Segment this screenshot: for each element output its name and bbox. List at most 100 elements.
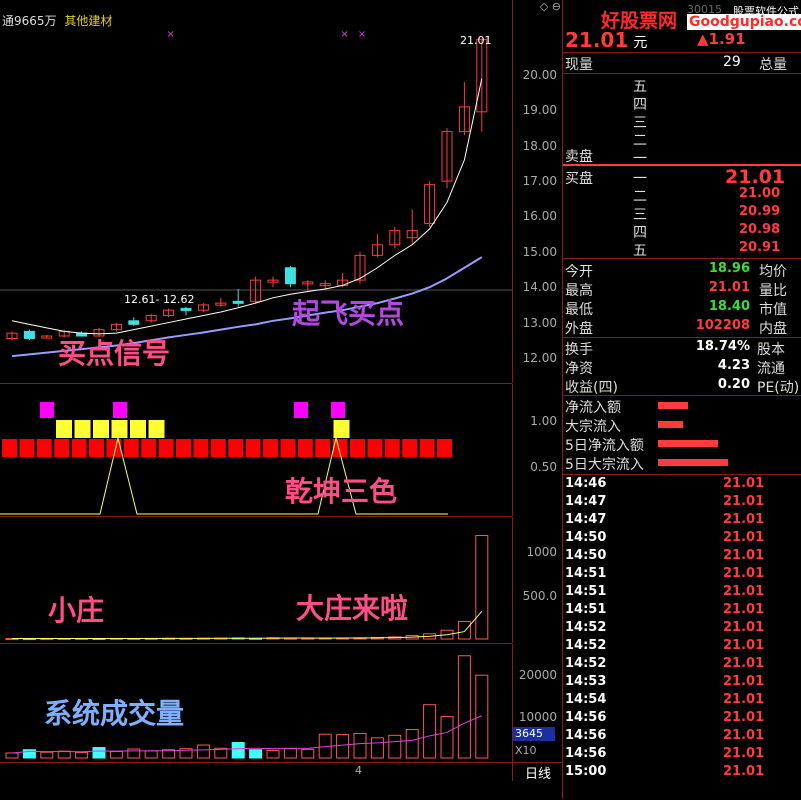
volume-bar [109,751,123,759]
tick-cell: 21.01 [723,638,765,653]
volume-bar [301,748,315,759]
signal-red-block [280,439,296,457]
volume-bar [423,704,437,759]
timeline-strip[interactable]: 4 日线 [0,762,562,800]
axis-tick: 18.00 [522,138,557,153]
total-volume-label: 总量 [759,57,787,73]
axis-tick: 16.00 [522,209,557,224]
signal-yellow-block [148,420,165,438]
qiankun-axis: 1.00 0.50 [512,384,563,516]
signal-red-block [141,439,157,457]
qiankun-chart[interactable] [0,384,512,516]
volume-bar [144,750,158,759]
signal-red-block [19,439,35,457]
flow-row: 大宗流入 [563,416,801,435]
axis-tick: 15.00 [522,244,557,259]
stock-code: 30015 [687,3,722,16]
tick-cell: 14:56 [565,728,607,743]
tick-cell: 21.01 [723,548,765,563]
fundamental-cell: 收益(四) [565,380,618,396]
signal-magenta-block [113,402,127,418]
price-change: ▲1.91 [697,30,746,48]
overlay-takeoff: 起飞买点 [292,297,405,330]
sell-label-row: 卖盘 [563,146,801,165]
ma-short-line [11,78,483,335]
tick-cell: 14:52 [565,638,607,653]
tick-cell: 21.01 [723,710,765,725]
signal-red-block [419,439,435,457]
signal-red-block [402,439,418,457]
current-volume-row: 现量 29 总量 [563,54,801,73]
fundamental-cell: 股本 [757,342,785,358]
volume-bar [388,734,402,759]
buy-level-row: 二 21.00 [563,186,801,205]
flow-label: 净流入额 [565,400,621,416]
volume-bar [196,744,210,759]
range-label: 12.61- 12.62 [124,293,195,306]
system-volume-panel[interactable]: 系统成交量 [0,644,512,762]
tick-row: 14:54 21.01 [563,692,801,711]
stat-cell: 21.01 [708,280,750,295]
stat-cell: 最低 [565,302,593,318]
axis-tick: 17.00 [522,174,557,189]
axis-corner-icon[interactable]: ◇ ⊖ [487,0,561,14]
volume-bar [266,749,280,759]
volume-bar [40,751,54,759]
tick-cell: 14:47 [565,494,607,509]
tick-row: 14:50 21.01 [563,548,801,567]
tick-row: 14:47 21.01 [563,512,801,531]
period-tab[interactable]: 日线 [512,763,563,782]
volume-bar [231,742,245,759]
signal-red-block [350,439,365,457]
signal-red-block [123,439,139,457]
site-caption: 股票软件公式 [733,5,799,18]
axis-tick: 19.00 [522,103,557,118]
tick-cell: 21.01 [723,566,765,581]
fundamental-cell: 4.23 [717,358,750,373]
tick-row: 14:53 21.01 [563,674,801,693]
current-volume-label: 现量 [565,57,593,73]
signal-red-block [89,439,104,457]
qiankun-panel[interactable]: 乾坤三色 [0,384,512,517]
signal-red-block [297,439,313,457]
candle-body [128,320,140,325]
fundamental-row: 换手 18.74% 股本 [563,339,801,358]
overlay-big-dealer: 大庄来啦 [296,592,409,625]
stat-row: 最高 21.01 量比 [563,280,801,299]
tick-cell: 21.01 [723,692,765,707]
axis-tick: 20000 [518,668,557,682]
small-dealer-axis: 1000 500.0 [512,517,563,643]
tick-cell: 14:50 [565,548,607,563]
price-row: 21.01 元 [565,28,647,52]
tick-row: 14:46 21.01 [563,476,801,495]
tick-row: 14:52 21.01 [563,656,801,675]
tick-cell: 15:00 [565,764,607,779]
flow-label: 5日净流入额 [565,438,644,454]
axis-tick: 0.50 [530,460,557,474]
volume-bar [440,716,454,759]
signal-yellow-block [130,420,146,438]
chart-area[interactable]: 通9665万 其他建材 × × × 21.01 12.61- 12.62 起飞买点 … [0,0,562,799]
buy-level-row: 四 20.98 [563,222,801,241]
tick-cell: 14:56 [565,710,607,725]
fundamental-cell: 0.20 [717,377,750,392]
volume-bar [249,749,263,759]
tick-cell: 14:54 [565,692,607,707]
axis-tick: 1.00 [530,414,557,428]
tick-row: 14:51 21.01 [563,566,801,585]
tick-row: 15:00 21.01 [563,764,801,783]
tick-row: 14:52 21.01 [563,638,801,657]
current-price: 21.01 [565,28,629,52]
date-tick: 4 [355,764,362,777]
buy-level-label: 四 [633,225,647,241]
price-chart[interactable]: × × × [0,0,512,383]
signal-yellow-block [111,420,128,438]
divider [563,258,801,259]
tick-row: 14:51 21.01 [563,602,801,621]
signal-magenta-block [40,402,54,418]
divider [563,395,801,396]
price-panel[interactable]: 通9665万 其他建材 × × × 21.01 12.61- 12.62 起飞买点 … [0,0,512,384]
volume-badge: 3645 [513,727,555,741]
system-volume-axis: 20000 10000 3645 X10 [512,644,563,762]
small-dealer-panel[interactable]: 小庄 大庄来啦 [0,517,512,644]
